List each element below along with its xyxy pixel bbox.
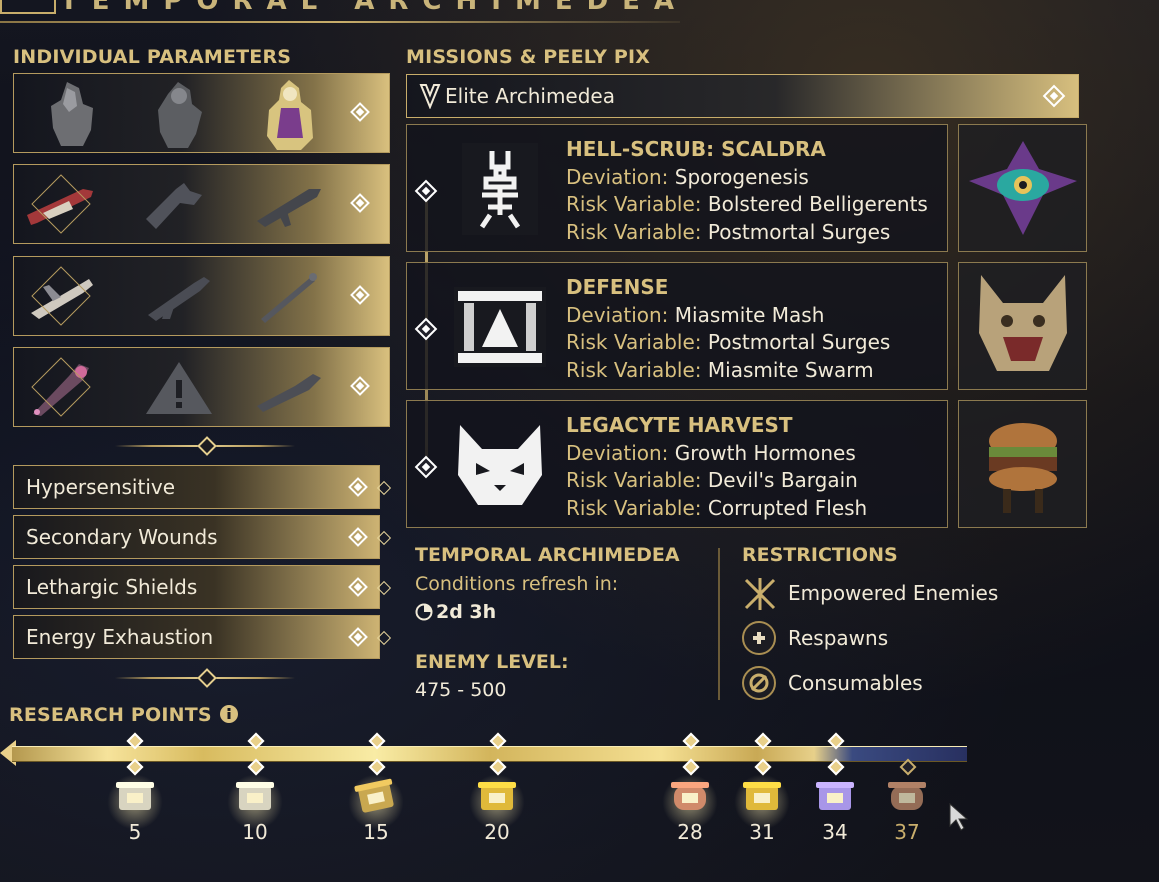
secondary-parameter-row[interactable] bbox=[13, 256, 390, 336]
info-icon[interactable] bbox=[219, 704, 239, 724]
consumables-icon bbox=[742, 666, 776, 700]
mission-line: Deviation: Miasmite Mash bbox=[566, 303, 825, 327]
mission-name: HELL-SCRUB: SCALDRA bbox=[566, 137, 826, 161]
primary-parameter-row[interactable] bbox=[13, 164, 390, 244]
mission-line: Risk Variable: Postmortal Surges bbox=[566, 330, 891, 354]
info-separator bbox=[718, 548, 720, 700]
reward-value: 5 bbox=[128, 820, 142, 844]
individual-parameters-title: INDIVIDUAL PARAMETERS bbox=[13, 46, 292, 68]
header-bar: TEMPORAL ARCHIMEDEA bbox=[0, 0, 680, 23]
enemy-level-label: ENEMY LEVEL: bbox=[415, 651, 569, 673]
mission-line: Deviation: Growth Hormones bbox=[566, 441, 856, 465]
defense-mission-icon bbox=[454, 287, 546, 367]
mission-card-hell-scrub[interactable]: HELL-SCRUB: SCALDRA Deviation: Sporogene… bbox=[406, 124, 948, 252]
parameters-divider bbox=[115, 436, 295, 456]
enemy-level-value: 475 - 500 bbox=[415, 679, 507, 701]
reward-pack-icon bbox=[346, 772, 406, 832]
restriction-label: Empowered Enemies bbox=[788, 581, 999, 605]
modifier-secondary-wounds[interactable]: Secondary Wounds bbox=[13, 515, 392, 559]
warframe-3-selected-slot[interactable] bbox=[250, 80, 330, 150]
modifiers-divider bbox=[115, 668, 295, 688]
melee-parameter-row[interactable] bbox=[13, 347, 390, 427]
hell-scrub-mission-icon bbox=[462, 143, 538, 235]
elite-archimedea-bar[interactable]: Elite Archimedea bbox=[406, 74, 1079, 118]
melee-warning-slot[interactable] bbox=[139, 354, 219, 422]
mission-line: Deviation: Sporogenesis bbox=[566, 165, 809, 189]
peely-pix-cat-portrait[interactable] bbox=[958, 262, 1087, 390]
header-divider bbox=[0, 21, 680, 23]
reward-value: 34 bbox=[822, 820, 848, 844]
reward-value: 31 bbox=[749, 820, 775, 844]
restriction-label: Consumables bbox=[788, 671, 923, 695]
select-diamond-icon bbox=[348, 577, 368, 597]
mission-card-defense[interactable]: DEFENSE Deviation: Miasmite Mash Risk Va… bbox=[406, 262, 948, 390]
elite-diamond-icon bbox=[1042, 84, 1066, 108]
select-diamond-icon bbox=[348, 477, 368, 497]
mission-name: LEGACYTE HARVEST bbox=[566, 413, 793, 437]
reward-chest-icon bbox=[877, 780, 937, 822]
modifier-label: Secondary Wounds bbox=[26, 525, 218, 549]
mission-line: Risk Variable: Postmortal Surges bbox=[566, 220, 891, 244]
page-title: TEMPORAL ARCHIMEDEA bbox=[60, 0, 689, 16]
modifier-label: Hypersensitive bbox=[26, 475, 176, 499]
elite-label: Elite Archimedea bbox=[445, 84, 615, 108]
refresh-value: 2d 3h bbox=[436, 601, 497, 623]
select-diamond-icon bbox=[350, 102, 370, 122]
research-progress-bar bbox=[12, 746, 967, 762]
research-points-title: RESEARCH POINTS bbox=[9, 704, 239, 726]
reward-value: 37 bbox=[894, 820, 920, 844]
clock-icon bbox=[415, 603, 433, 621]
reward-value: 10 bbox=[242, 820, 268, 844]
modifier-energy-exhaustion[interactable]: Energy Exhaustion bbox=[13, 615, 392, 659]
restriction-label: Respawns bbox=[788, 626, 889, 650]
mission-line: Risk Variable: Corrupted Flesh bbox=[566, 496, 868, 520]
archimedea-logo-icon bbox=[0, 0, 56, 14]
select-diamond-icon bbox=[350, 285, 370, 305]
reward-chest-icon bbox=[805, 780, 865, 822]
melee-3-slot[interactable] bbox=[250, 354, 330, 422]
refresh-label: Conditions refresh in: bbox=[415, 573, 619, 595]
modifier-label: Lethargic Shields bbox=[26, 575, 198, 599]
reward-value: 15 bbox=[363, 820, 389, 844]
elite-emblem-icon bbox=[419, 84, 441, 109]
warframe-2-slot[interactable] bbox=[139, 80, 219, 148]
restrictions-title: RESTRICTIONS bbox=[742, 544, 898, 566]
reward-chest-icon bbox=[105, 772, 165, 832]
select-diamond-icon bbox=[348, 627, 368, 647]
mission-line: Risk Variable: Bolstered Belligerents bbox=[566, 192, 928, 216]
warframe-1-slot[interactable] bbox=[32, 80, 112, 148]
mission-card-legacyte-harvest[interactable]: LEGACYTE HARVEST Deviation: Growth Hormo… bbox=[406, 400, 948, 528]
peely-pix-eye-portrait[interactable] bbox=[958, 124, 1087, 252]
reward-value: 28 bbox=[677, 820, 703, 844]
modifier-hypersensitive[interactable]: Hypersensitive bbox=[13, 465, 392, 509]
peely-pix-burger-portrait[interactable] bbox=[958, 400, 1087, 528]
select-diamond-icon bbox=[348, 527, 368, 547]
secondary-3-slot[interactable] bbox=[250, 263, 330, 331]
select-diamond-icon bbox=[350, 376, 370, 396]
legacyte-harvest-mission-icon bbox=[458, 425, 542, 505]
reward-chest-icon bbox=[660, 772, 720, 832]
secondary-2-slot[interactable] bbox=[139, 263, 219, 331]
reward-chest-icon bbox=[225, 772, 285, 832]
mission-line: Risk Variable: Devil's Bargain bbox=[566, 468, 858, 492]
crossed-swords-icon bbox=[742, 576, 776, 610]
secondary-selected-slot[interactable] bbox=[22, 263, 102, 331]
warframe-parameter-row[interactable] bbox=[13, 73, 390, 153]
melee-selected-slot[interactable] bbox=[22, 354, 102, 422]
temporal-title: TEMPORAL ARCHIMEDEA bbox=[415, 544, 680, 566]
reward-value: 20 bbox=[484, 820, 510, 844]
mouse-cursor-icon bbox=[949, 802, 969, 831]
primary-selected-slot[interactable] bbox=[22, 171, 102, 239]
reward-chest-icon bbox=[467, 772, 527, 832]
mission-line: Risk Variable: Miasmite Swarm bbox=[566, 358, 874, 382]
primary-2-slot[interactable] bbox=[139, 171, 219, 239]
mission-name: DEFENSE bbox=[566, 275, 669, 299]
missions-title: MISSIONS & PEELY PIX bbox=[406, 46, 651, 68]
select-diamond-icon bbox=[350, 193, 370, 213]
modifier-label: Energy Exhaustion bbox=[26, 625, 214, 649]
respawn-icon bbox=[742, 621, 776, 655]
reward-chest-icon bbox=[732, 772, 792, 832]
primary-3-slot[interactable] bbox=[250, 171, 330, 239]
modifier-lethargic-shields[interactable]: Lethargic Shields bbox=[13, 565, 392, 609]
